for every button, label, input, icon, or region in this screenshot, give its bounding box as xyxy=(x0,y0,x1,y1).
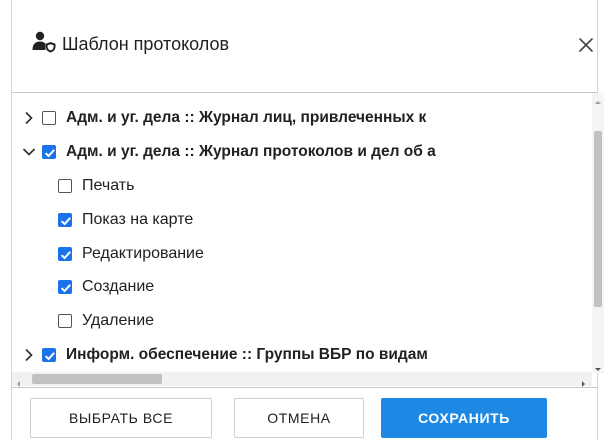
user-shield-icon xyxy=(32,31,56,53)
chevron-right-icon[interactable] xyxy=(20,346,38,364)
tree-item-group[interactable]: Информ. обеспечение :: Группы ВБР по вид… xyxy=(20,339,428,371)
tree-item-group[interactable]: Адм. и уг. дела :: Журнал протоколов и д… xyxy=(20,136,436,168)
tree-item-permission[interactable]: Удаление xyxy=(58,305,154,337)
tree-item-label: Адм. и уг. дела :: Журнал протоколов и д… xyxy=(66,143,436,160)
checkbox[interactable] xyxy=(58,179,72,193)
tree-item-label: Информ. обеспечение :: Группы ВБР по вид… xyxy=(66,346,428,363)
chevron-down-icon[interactable] xyxy=(20,143,38,161)
checkbox-checked[interactable] xyxy=(42,145,56,159)
save-button[interactable]: СОХРАНИТЬ xyxy=(381,398,547,438)
cancel-button[interactable]: ОТМЕНА xyxy=(234,398,364,438)
dialog-header: Шаблон протоколов xyxy=(12,0,597,92)
tree-item-group[interactable]: Адм. и уг. дела :: Журнал лиц, привлечен… xyxy=(20,102,426,134)
checkbox[interactable] xyxy=(42,111,56,125)
tree-item-permission[interactable]: Редактирование xyxy=(58,238,204,270)
tree-item-label: Адм. и уг. дела :: Журнал лиц, привлечен… xyxy=(66,109,427,126)
checkbox-checked[interactable] xyxy=(58,213,72,227)
dialog-title: Шаблон протоколов xyxy=(62,34,230,54)
checkbox-checked[interactable] xyxy=(58,280,72,294)
checkbox-checked[interactable] xyxy=(58,247,72,261)
scroll-down-icon[interactable] xyxy=(594,361,602,371)
tree-item-label: Показ на карте xyxy=(82,211,194,228)
template-dialog: Шаблон протоколов Адм. и уг. дела :: Жур… xyxy=(0,0,604,440)
horizontal-scroll-thumb[interactable] xyxy=(32,374,162,384)
close-icon[interactable] xyxy=(575,34,597,56)
vertical-scroll-thumb[interactable] xyxy=(594,131,602,307)
scroll-left-icon[interactable] xyxy=(14,375,22,387)
horizontal-scrollbar[interactable] xyxy=(12,372,592,387)
tree-item-label: Удаление xyxy=(82,312,155,329)
scroll-right-icon[interactable] xyxy=(580,375,588,387)
chevron-right-icon[interactable] xyxy=(20,109,38,127)
checkbox[interactable] xyxy=(58,314,72,328)
tree-item-permission[interactable]: Создание xyxy=(58,271,154,303)
tree-item-permission[interactable]: Показ на карте xyxy=(58,204,193,236)
tree-list: Адм. и уг. дела :: Журнал лиц, привлечен… xyxy=(12,93,592,372)
tree-item-label: Создание xyxy=(82,278,155,295)
footer-divider xyxy=(12,387,597,388)
tree-item-label: Печать xyxy=(82,177,135,194)
select-all-button[interactable]: ВЫБРАТЬ ВСЕ xyxy=(30,398,212,438)
tree-item-label: Редактирование xyxy=(82,245,204,262)
checkbox-checked[interactable] xyxy=(42,348,56,362)
tree-item-permission[interactable]: Печать xyxy=(58,170,134,202)
vertical-scrollbar[interactable] xyxy=(592,93,604,373)
scroll-up-icon[interactable] xyxy=(594,93,602,104)
